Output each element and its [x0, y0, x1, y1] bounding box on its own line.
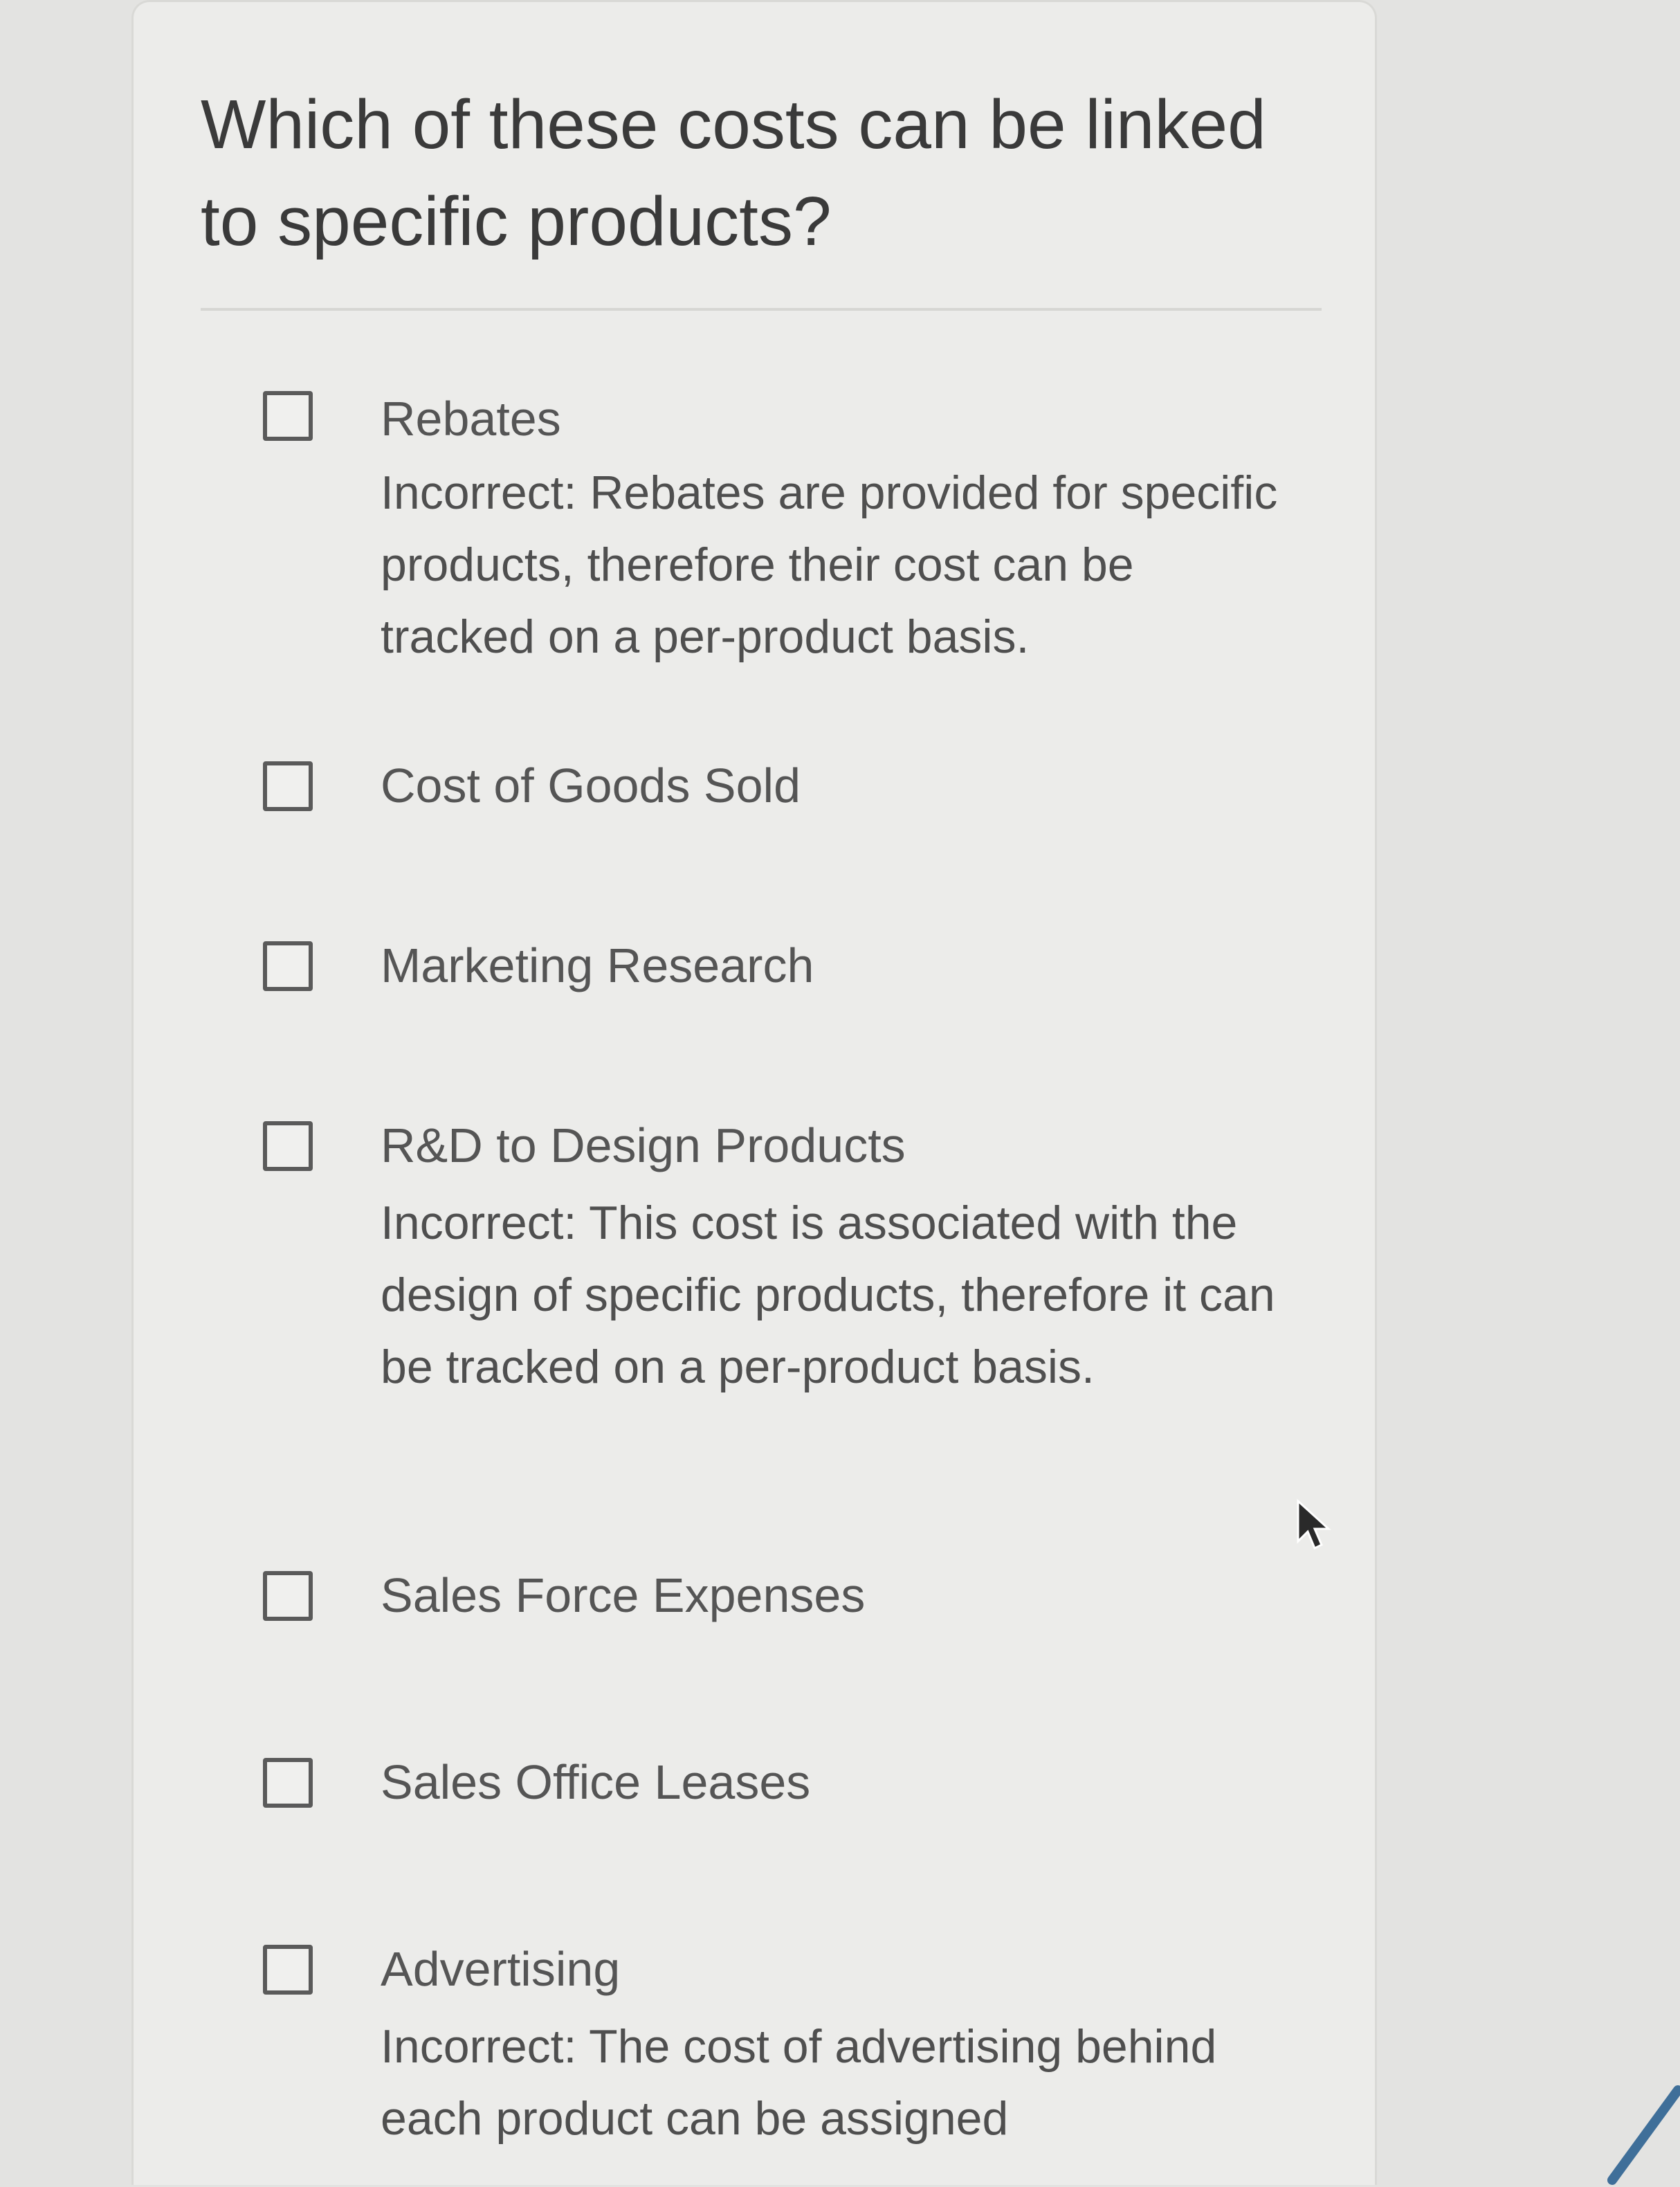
option-label: Cost of Goods Sold: [381, 759, 801, 813]
stylus-edge: [1607, 2085, 1680, 2185]
checkbox-unchecked-icon[interactable]: [263, 391, 313, 441]
divider: [201, 308, 1322, 311]
option-label: Advertising: [381, 1942, 621, 1996]
option-label: Sales Force Expenses: [381, 1568, 866, 1622]
checkbox-unchecked-icon[interactable]: [263, 1571, 313, 1621]
option-label: R&D to Design Products: [381, 1118, 906, 1172]
option-label: Rebates: [381, 392, 561, 446]
question-card: [131, 0, 1377, 2185]
checkbox-unchecked-icon[interactable]: [263, 1121, 313, 1171]
option-label: Marketing Research: [381, 938, 814, 992]
option-feedback: Incorrect: Rebates are provided for spec…: [381, 466, 1278, 663]
checkbox-unchecked-icon[interactable]: [263, 1945, 313, 1995]
checkbox-unchecked-icon[interactable]: [263, 941, 313, 991]
option-feedback: Incorrect: This cost is associated with …: [381, 1197, 1275, 1393]
option-feedback: Incorrect: The cost of advertising behin…: [381, 2020, 1217, 2145]
checkbox-unchecked-icon[interactable]: [263, 761, 313, 811]
checkbox-unchecked-icon[interactable]: [263, 1758, 313, 1808]
question-title: Which of these costs can be linked to sp…: [201, 86, 1266, 260]
mouse-pointer-icon: [1297, 1498, 1331, 1550]
option-label: Sales Office Leases: [381, 1755, 811, 1809]
